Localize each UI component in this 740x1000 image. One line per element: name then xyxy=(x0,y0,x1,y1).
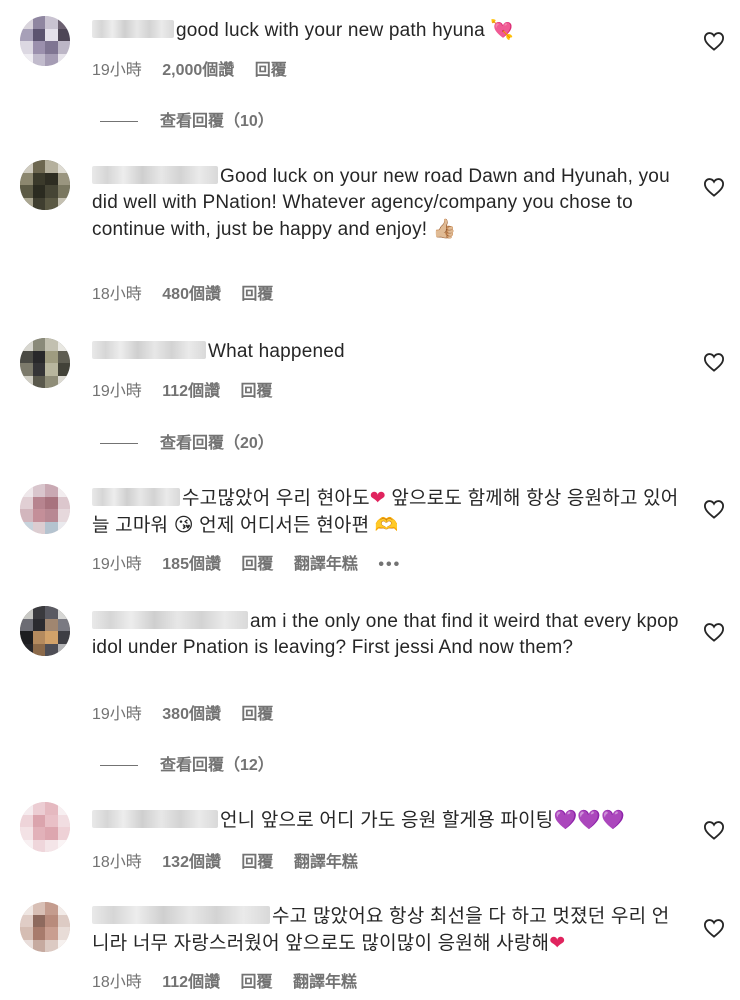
heart-arrow-emoji: 💘 xyxy=(490,19,515,41)
translate-button[interactable]: 翻譯年糕 xyxy=(294,556,358,573)
username-redacted[interactable] xyxy=(92,20,174,38)
username-redacted[interactable] xyxy=(92,166,218,184)
timestamp: 18小時 xyxy=(92,854,142,871)
timestamp: 19小時 xyxy=(92,556,142,573)
like-count[interactable]: 380個讚 xyxy=(162,706,221,723)
like-count[interactable]: 112個讚 xyxy=(162,974,220,991)
heart-outline-icon[interactable] xyxy=(703,31,725,51)
heart-hands-emoji: 🫶 xyxy=(374,514,399,536)
comment-meta: 18小時 112個讚 回覆 翻譯年糕 xyxy=(92,968,373,992)
red-heart-emoji: ❤ xyxy=(369,487,386,509)
timestamp: 19小時 xyxy=(92,62,142,79)
avatar[interactable] xyxy=(20,338,70,388)
like-count[interactable]: 2,000個讚 xyxy=(162,62,234,79)
comment-text: 수고 많았어요 항상 최선을 다 하고 멋졌던 우리 언니라 너무 자랑스러웠어… xyxy=(92,906,670,954)
heart-outline-icon[interactable] xyxy=(703,352,725,372)
avatar[interactable] xyxy=(20,902,70,952)
comment-text: 수고많았어 우리 현아도❤ 앞으로도 함께해 항상 응원하고 있어 늘 고마워 … xyxy=(92,487,679,536)
divider-line xyxy=(100,443,138,445)
username-redacted[interactable] xyxy=(92,341,206,359)
divider-line xyxy=(100,121,138,123)
comment-meta: 18小時 480個讚 回覆 xyxy=(92,280,289,304)
avatar[interactable] xyxy=(20,606,70,656)
comment-meta: 19小時 185個讚 回覆 翻譯年糕 ••• xyxy=(92,550,417,574)
username-redacted[interactable] xyxy=(92,611,248,629)
comment-text: Good luck on your new road Dawn and Hyun… xyxy=(92,166,670,240)
heart-outline-icon[interactable] xyxy=(703,820,725,840)
heart-outline-icon[interactable] xyxy=(703,918,725,938)
heart-outline-icon[interactable] xyxy=(703,622,725,642)
thumbs-up-emoji: 👍🏼 xyxy=(432,218,457,240)
heart-outline-icon[interactable] xyxy=(703,177,725,197)
kiss-face-emoji: 😘 xyxy=(173,514,194,536)
reply-button[interactable]: 回覆 xyxy=(241,286,273,303)
comment-text: am i the only one that find it weird tha… xyxy=(92,611,679,658)
like-count[interactable]: 480個讚 xyxy=(162,286,221,303)
red-heart-emoji: ❤ xyxy=(549,932,566,954)
comment-meta: 19小時 112個讚 回覆 xyxy=(92,377,289,401)
view-replies-button[interactable]: 查看回覆（20） xyxy=(100,429,274,453)
translate-button[interactable]: 翻譯年糕 xyxy=(293,974,357,991)
timestamp: 18小時 xyxy=(92,286,142,303)
reply-button[interactable]: 回覆 xyxy=(241,706,273,723)
like-count[interactable]: 185個讚 xyxy=(162,556,221,573)
comment-meta: 18小時 132個讚 回覆 翻譯年糕 xyxy=(92,848,374,872)
purple-hearts-emoji: 💜💜💜 xyxy=(553,809,626,831)
reply-button[interactable]: 回覆 xyxy=(241,854,273,871)
reply-button[interactable]: 回覆 xyxy=(241,383,273,400)
like-count[interactable]: 132個讚 xyxy=(162,854,221,871)
avatar[interactable] xyxy=(20,16,70,66)
more-options-icon[interactable]: ••• xyxy=(378,556,401,573)
timestamp: 19小時 xyxy=(92,383,142,400)
view-replies-button[interactable]: 查看回覆（10） xyxy=(100,107,274,131)
timestamp: 19小時 xyxy=(92,706,142,723)
username-redacted[interactable] xyxy=(92,488,180,506)
timestamp: 18小時 xyxy=(92,974,142,991)
avatar[interactable] xyxy=(20,484,70,534)
username-redacted[interactable] xyxy=(92,906,270,924)
heart-outline-icon[interactable] xyxy=(703,499,725,519)
translate-button[interactable]: 翻譯年糕 xyxy=(294,854,358,871)
username-redacted[interactable] xyxy=(92,810,218,828)
comment-text: 언니 앞으로 어디 가도 응원 할게용 파이팅💜💜💜 xyxy=(92,807,682,834)
avatar[interactable] xyxy=(20,160,70,210)
comment-meta: 19小時 380個讚 回覆 xyxy=(92,700,289,724)
avatar[interactable] xyxy=(20,802,70,852)
reply-button[interactable]: 回覆 xyxy=(255,62,287,79)
comment-meta: 19小時 2,000個讚 回覆 xyxy=(92,56,303,80)
divider-line xyxy=(100,765,138,767)
like-count[interactable]: 112個讚 xyxy=(162,383,220,400)
reply-button[interactable]: 回覆 xyxy=(241,556,273,573)
reply-button[interactable]: 回覆 xyxy=(241,974,273,991)
comment-text: What happened xyxy=(92,339,682,365)
view-replies-button[interactable]: 查看回覆（12） xyxy=(100,751,274,775)
comment-text: good luck with your new path hyuna 💘 xyxy=(92,17,682,44)
